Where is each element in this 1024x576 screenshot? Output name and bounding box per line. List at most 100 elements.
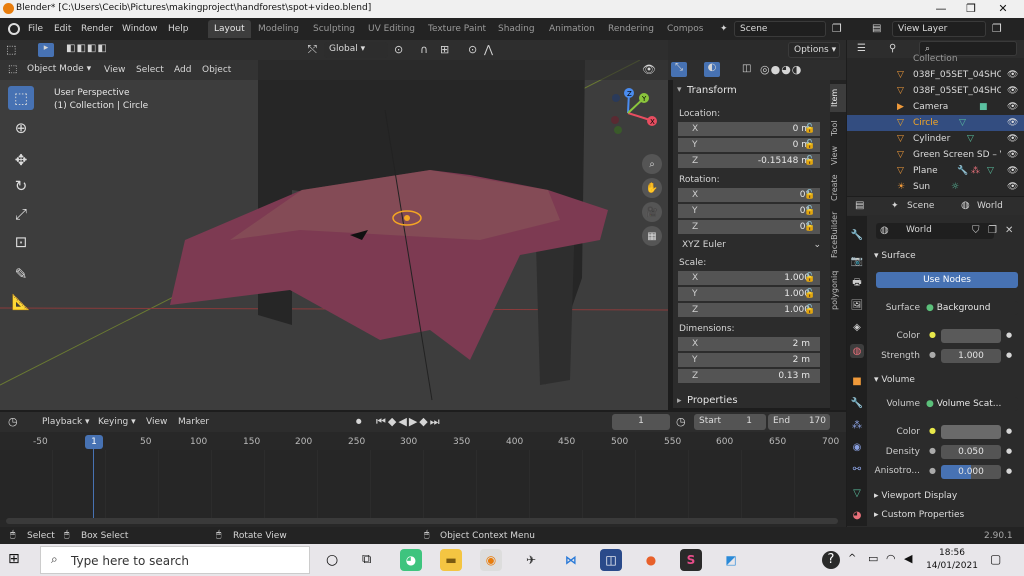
select-mode-icons[interactable]: ◧◧◧◧ [66, 43, 108, 54]
app-icon[interactable]: ◕ [400, 549, 422, 571]
app-icon[interactable]: ◫ [600, 549, 622, 571]
tool-tab-icon[interactable]: 🔧 [850, 228, 864, 242]
eye-icon[interactable]: 👁 [1007, 147, 1018, 163]
zoom-icon[interactable]: ⌕ [642, 154, 662, 174]
tab-create[interactable]: Create [830, 172, 846, 204]
data-tab-icon[interactable]: ▽ [850, 486, 864, 500]
render-tab-icon[interactable]: 📷 [850, 254, 864, 268]
help-icon[interactable]: ? [822, 551, 840, 569]
annotate-tool-icon[interactable]: ✎ [8, 262, 34, 286]
snap-increment-icon[interactable]: ⊞ [440, 43, 449, 56]
lock-icon[interactable]: 🔓 [804, 156, 815, 166]
app-icon[interactable]: ◩ [720, 549, 742, 571]
show-overlays-icon[interactable]: ◐ [704, 62, 720, 77]
workspace-tab-sculpting[interactable]: Sculpting [307, 20, 361, 38]
start-frame-field[interactable]: Start 1 [694, 414, 766, 430]
viewport-menu-object[interactable]: Object [202, 65, 231, 75]
app-icon[interactable]: ✈ [520, 549, 542, 571]
eye-icon[interactable]: 👁 [1007, 115, 1018, 131]
rotation-z-field[interactable]: Z 0° [678, 220, 820, 235]
workspace-tab-rendering[interactable]: Rendering [602, 20, 660, 38]
select-box-icon[interactable]: ▸ [38, 43, 54, 57]
rotation-mode-dropdown[interactable]: XYZ Euler ⌄ [678, 238, 825, 253]
dimensions-y-field[interactable]: Y 2 m [678, 353, 820, 368]
wifi-icon[interactable]: ◠ [886, 552, 896, 565]
rotate-tool-icon[interactable]: ↻ [8, 174, 34, 198]
menu-edit[interactable]: Edit [54, 24, 71, 34]
use-nodes-button[interactable]: Use Nodes [876, 272, 1018, 288]
world-tab-icon[interactable]: ◍ [850, 344, 864, 358]
eye-icon[interactable]: 👁 [1007, 131, 1018, 147]
scene-selector[interactable]: Scene [734, 21, 826, 37]
fake-user-shield-icon[interactable]: ⛉ [972, 225, 980, 236]
outliner-row-plane[interactable]: ▽ Plane 🔧 ⁂ ▽ 👁 [847, 163, 1024, 179]
dimensions-x-field[interactable]: X 2 m [678, 337, 820, 352]
view-layer-tab-icon[interactable]: 🖼 [850, 298, 864, 312]
timeline-menu-playback[interactable]: Playback ▾ [42, 417, 90, 427]
scale-x-field[interactable]: X 1.000 [678, 271, 820, 286]
lock-icon[interactable]: 🔓 [804, 206, 815, 216]
firefox-icon[interactable]: ● [640, 549, 662, 571]
properties-panel-title[interactable]: Properties [687, 395, 738, 406]
vscode-icon[interactable]: ⋈ [560, 549, 582, 571]
timeline-scrollbar[interactable] [6, 518, 838, 524]
workspace-tab-uv-editing[interactable]: UV Editing [362, 20, 421, 38]
current-frame-indicator[interactable]: 1 [85, 435, 103, 449]
outliner-row-collection[interactable]: Collection [847, 51, 1024, 67]
material-tab-icon[interactable]: ◕ [850, 508, 864, 522]
tab-tool[interactable]: Tool [830, 116, 846, 140]
location-z-field[interactable]: Z -0.15148 m [678, 154, 820, 169]
show-gizmo-icon[interactable]: ⤡ [671, 62, 687, 77]
new-scene-icon[interactable]: ❐ [832, 22, 842, 35]
viewport-visibility-icon[interactable]: 👁 [642, 63, 656, 76]
minimize-button[interactable]: — [926, 1, 956, 17]
notifications-icon[interactable]: ▢ [990, 552, 1001, 566]
transform-tool-icon[interactable]: ⊡ [8, 230, 34, 254]
camera-view-icon[interactable]: 🎥 [642, 202, 662, 222]
volume-color-swatch[interactable] [941, 425, 1001, 439]
workspace-tab-compositing[interactable]: Compos [661, 20, 709, 38]
viewport-display-panel[interactable]: ▸ Viewport Display [870, 488, 1022, 504]
outliner-row-circle[interactable]: ▽ Circle ▽ 👁 [847, 115, 1024, 131]
transform-orientation-dropdown[interactable]: Global ▾ [324, 42, 388, 58]
eye-icon[interactable]: 👁 [1007, 99, 1018, 115]
select-tool-icon[interactable]: ⬚ [8, 86, 34, 110]
workspace-tab-shading[interactable]: Shading [492, 20, 541, 38]
navigation-gizmo[interactable]: X Z Y [600, 88, 662, 140]
density-field[interactable]: 0.050 [941, 445, 1001, 459]
outliner-row-cylinder[interactable]: ▽ Cylinder ▽ 👁 [847, 131, 1024, 147]
tab-view[interactable]: View [830, 144, 846, 168]
timeline-menu-marker[interactable]: Marker [178, 417, 209, 427]
custom-properties-panel[interactable]: ▸ Custom Properties [870, 507, 1022, 523]
anisotropy-slider[interactable]: 0.000 [941, 465, 1001, 479]
volume-panel-header[interactable]: ▾ Volume [870, 372, 1022, 388]
outliner-row-green-screen[interactable]: ▽ Green Screen SD – V 👁 [847, 147, 1024, 163]
rotation-y-field[interactable]: Y 0° [678, 204, 820, 219]
slack-icon[interactable]: S [680, 549, 702, 571]
lock-icon[interactable]: 🔓 [804, 305, 815, 315]
menu-file[interactable]: File [28, 24, 43, 34]
object-tab-icon[interactable]: ■ [850, 374, 864, 388]
viewport-menu-view[interactable]: View [104, 65, 125, 75]
tab-polygoniq[interactable]: polygoniq [830, 266, 846, 314]
lock-icon[interactable]: 🔓 [804, 190, 815, 200]
output-tab-icon[interactable]: 🖶 [850, 276, 864, 290]
dimensions-z-field[interactable]: Z 0.13 m [678, 369, 820, 384]
strength-field[interactable]: 1.000 [941, 349, 1001, 363]
tab-facebuilder[interactable]: FaceBuilder [830, 208, 846, 262]
snap-magnet-icon[interactable]: ∩ [420, 43, 428, 56]
physics-tab-icon[interactable]: ◉ [850, 440, 864, 454]
properties-editor-icon[interactable]: ▤ [855, 200, 864, 211]
lock-icon[interactable]: 🔓 [804, 140, 815, 150]
scale-z-field[interactable]: Z 1.000 [678, 303, 820, 318]
menu-help[interactable]: Help [168, 24, 189, 34]
object-mode-dropdown[interactable]: Object Mode ▾ [22, 62, 94, 78]
taskbar-search-box[interactable]: ⌕ Type here to search [40, 546, 310, 574]
task-view-icon[interactable]: ⧉ [362, 552, 371, 567]
location-y-field[interactable]: Y0 m [678, 138, 820, 153]
proportional-edit-icon[interactable]: ⊙ [468, 43, 477, 56]
modifier-tab-icon[interactable]: 🔧 [850, 396, 864, 410]
maximize-button[interactable]: ❐ [956, 1, 986, 17]
unlink-icon[interactable]: ✕ [1005, 225, 1013, 236]
volume-icon[interactable]: ◀ [904, 552, 912, 565]
